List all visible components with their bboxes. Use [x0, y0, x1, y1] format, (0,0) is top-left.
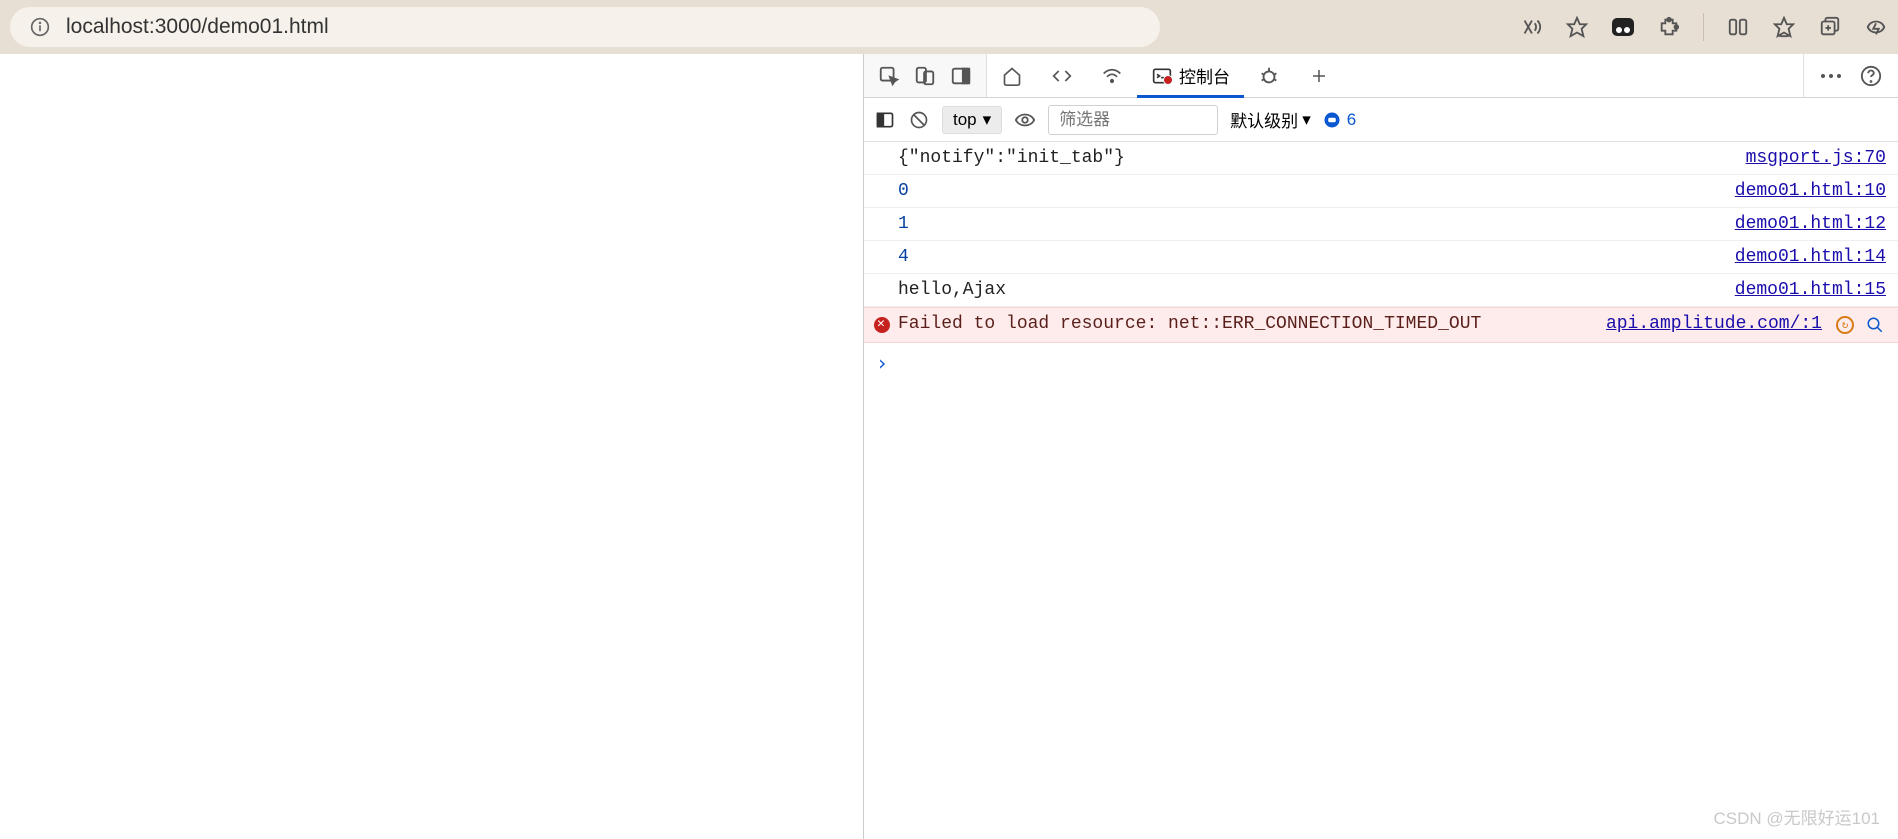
chrome-right-icons — [1519, 13, 1888, 41]
live-expression-icon[interactable] — [1014, 109, 1036, 131]
inspect-element-icon[interactable] — [878, 65, 900, 87]
favorite-star-icon[interactable] — [1565, 15, 1589, 39]
watermark: CSDN @无限好运101 — [1713, 804, 1880, 829]
divider — [1703, 13, 1704, 41]
page-content — [0, 54, 863, 839]
devtools-dock-controls — [864, 54, 987, 97]
chevron-down-icon: ▾ — [983, 110, 992, 130]
console-row: 0 demo01.html:10 — [864, 175, 1898, 208]
issues-count: 6 — [1347, 110, 1356, 130]
extension-eyes-icon[interactable] — [1611, 15, 1635, 39]
console-row: {"notify":"init_tab"} msgport.js:70 — [864, 142, 1898, 175]
bug-icon — [1258, 65, 1280, 87]
console-source-link[interactable]: msgport.js:70 — [1746, 148, 1886, 168]
more-icon[interactable] — [1820, 65, 1842, 87]
devtools-tab-strip: 控制台 — [864, 54, 1898, 98]
collections-icon[interactable] — [1818, 15, 1842, 39]
dock-side-icon[interactable] — [950, 65, 972, 87]
console-source-link[interactable]: api.amplitude.com/:1 — [1606, 314, 1822, 334]
log-level-selector[interactable]: 默认级别 ▾ — [1230, 107, 1311, 132]
console-prompt[interactable]: › — [864, 343, 1898, 383]
url-input-wrap[interactable]: localhost:3000/demo01.html — [10, 7, 1160, 47]
error-badge-icon — [1163, 75, 1173, 85]
info-icon[interactable] — [28, 15, 52, 39]
console-message: {"notify":"init_tab"} — [898, 148, 1726, 168]
browser-address-bar: localhost:3000/demo01.html — [0, 0, 1898, 54]
url-text[interactable]: localhost:3000/demo01.html — [66, 15, 1142, 39]
console-message: 1 — [898, 214, 1715, 234]
code-icon — [1051, 65, 1073, 87]
console-message: 0 — [898, 181, 1715, 201]
console-source-link[interactable]: demo01.html:10 — [1735, 181, 1886, 201]
console-source-link[interactable]: demo01.html:12 — [1735, 214, 1886, 234]
level-label: 默认级别 — [1230, 107, 1298, 132]
tab-add[interactable] — [1294, 54, 1344, 97]
toggle-sidebar-icon[interactable] — [874, 109, 896, 131]
console-row: 4 demo01.html:14 — [864, 241, 1898, 274]
error-extras: ↻ — [1836, 314, 1886, 336]
filter-input[interactable] — [1048, 105, 1218, 135]
issues-indicator[interactable]: 6 — [1323, 110, 1356, 130]
extensions-puzzle-icon[interactable] — [1657, 15, 1681, 39]
favorites-icon[interactable] — [1772, 15, 1796, 39]
chevron-down-icon: ▾ — [1302, 110, 1311, 130]
home-icon — [1001, 65, 1023, 87]
tab-welcome[interactable] — [987, 54, 1037, 97]
clear-console-icon[interactable] — [908, 109, 930, 131]
console-source-link[interactable]: demo01.html:15 — [1735, 280, 1886, 300]
console-message: 4 — [898, 247, 1715, 267]
console-icon — [1151, 65, 1173, 87]
console-message: Failed to load resource: net::ERR_CONNEC… — [898, 314, 1586, 334]
performance-icon[interactable] — [1864, 15, 1888, 39]
error-icon: ✕ — [877, 316, 885, 331]
tab-sources[interactable] — [1244, 54, 1294, 97]
search-icon[interactable] — [1864, 314, 1886, 336]
console-row: 1 demo01.html:12 — [864, 208, 1898, 241]
console-message: hello,Ajax — [898, 280, 1715, 300]
console-output: {"notify":"init_tab"} msgport.js:70 0 de… — [864, 142, 1898, 343]
console-toolbar: top ▾ 默认级别 ▾ 6 — [864, 98, 1898, 142]
plus-icon — [1308, 65, 1330, 87]
tab-console[interactable]: 控制台 — [1137, 54, 1244, 97]
console-row-error: ✕ Failed to load resource: net::ERR_CONN… — [864, 307, 1898, 343]
retry-icon[interactable]: ↻ — [1836, 316, 1854, 334]
read-aloud-icon[interactable] — [1519, 15, 1543, 39]
split-screen-icon[interactable] — [1726, 15, 1750, 39]
context-label: top — [953, 110, 977, 130]
tab-elements[interactable] — [1037, 54, 1087, 97]
tab-network[interactable] — [1087, 54, 1137, 97]
tab-console-label: 控制台 — [1179, 63, 1230, 88]
console-row: hello,Ajax demo01.html:15 — [864, 274, 1898, 307]
context-selector[interactable]: top ▾ — [942, 106, 1002, 134]
wifi-icon — [1101, 65, 1123, 87]
help-icon[interactable] — [1860, 65, 1882, 87]
devtools-panel: 控制台 top ▾ 默认级别 ▾ — [863, 54, 1898, 839]
console-source-link[interactable]: demo01.html:14 — [1735, 247, 1886, 267]
device-toggle-icon[interactable] — [914, 65, 936, 87]
